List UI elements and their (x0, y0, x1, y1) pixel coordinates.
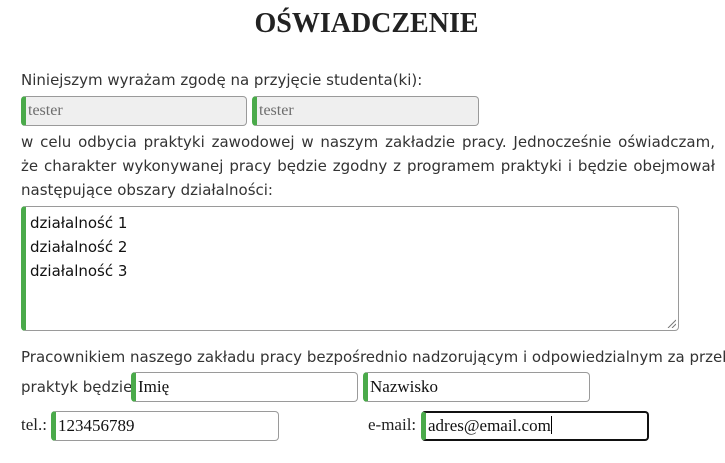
resize-handle-icon[interactable] (667, 319, 676, 328)
activity-line: działalność 3 (30, 262, 128, 280)
email-label: e-mail: (368, 415, 417, 434)
student-last-name-field[interactable]: tester (252, 96, 479, 126)
supervisor-text: Pracownikiem naszego zakładu pracy bezpo… (21, 348, 725, 366)
activity-line: działalność 1 (30, 214, 128, 232)
intro-text: Niniejszym wyrażam zgodę na przyjęcie st… (21, 71, 423, 89)
student-first-name-field[interactable]: tester (21, 96, 247, 126)
page-title: OŚWIADCZENIE (254, 8, 479, 39)
text-caret (550, 416, 552, 434)
email-value: adres@email.com (428, 416, 551, 435)
email-field[interactable]: adres@email.com (421, 411, 649, 441)
activities-textarea[interactable]: działalność 1 działalność 2 działalność … (21, 206, 679, 331)
purpose-text: w celu odbycia praktyki zawodowej w nasz… (21, 133, 715, 199)
activity-line: działalność 2 (30, 238, 128, 256)
supervisor-first-name-field[interactable]: Imię (131, 372, 358, 402)
phone-field[interactable]: 123456789 (51, 411, 279, 441)
phone-label: tel.: (21, 415, 47, 434)
supervisor-last-name-field[interactable]: Nazwisko (363, 372, 590, 402)
supervisor-label: praktyk będzie: (21, 378, 138, 396)
